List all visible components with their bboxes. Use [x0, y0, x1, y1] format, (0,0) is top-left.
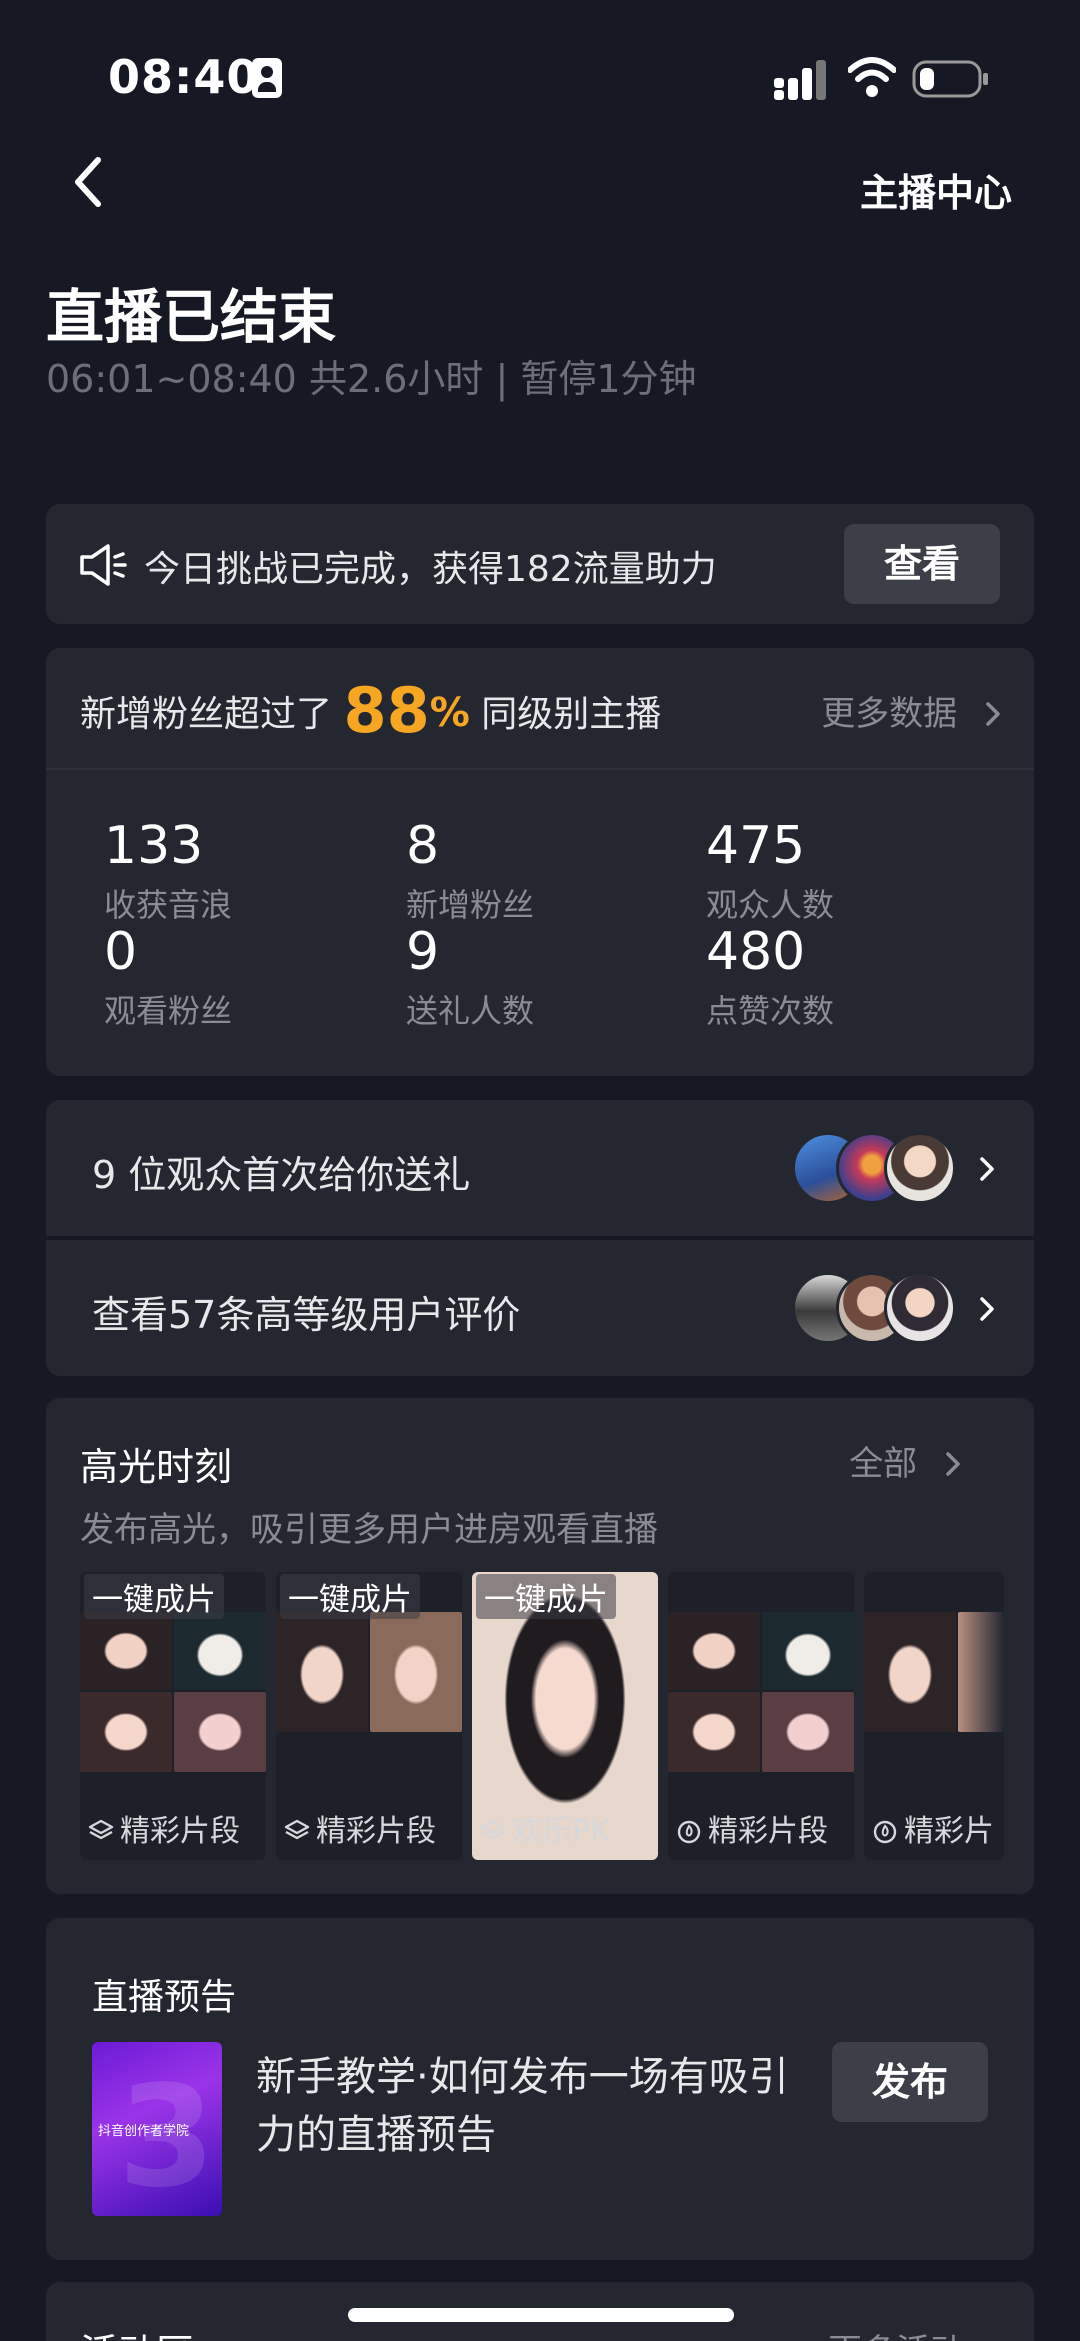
- stat-label: 观众人数: [706, 886, 835, 924]
- headline-prefix: 新增粉丝超过了: [80, 694, 333, 735]
- stat-value: 9: [406, 922, 440, 982]
- home-indicator[interactable]: [348, 2308, 734, 2322]
- video-frame: [668, 1612, 760, 1690]
- live-duration: 06:01~08:40 共2.6小时 | 暂停1分钟: [46, 357, 697, 401]
- chevron-right-icon: [980, 1297, 994, 1321]
- status-time: 08:40: [108, 50, 260, 104]
- stat-label: 点赞次数: [706, 992, 835, 1030]
- avatar-stack: [792, 1272, 956, 1344]
- flame-icon: [677, 1820, 701, 1844]
- stat-audio-waves: 133: [104, 816, 203, 876]
- stat-label: 送礼人数: [406, 992, 535, 1030]
- chevron-right-icon: [986, 702, 1000, 726]
- video-frame: [958, 1612, 1004, 1732]
- stat-label: 观看粉丝: [104, 992, 233, 1030]
- clip-caption: 精彩片: [872, 1806, 994, 1850]
- clip-caption-text: 精彩片: [904, 1814, 994, 1849]
- speaker-icon: [80, 544, 127, 586]
- highlight-clip[interactable]: 精彩片段: [668, 1572, 854, 1860]
- percent-value: 88: [343, 674, 430, 747]
- stats-card: 新增粉丝超过了 88% 同级别主播 更多数据 133 收获音浪 8 新增粉丝 4…: [46, 648, 1034, 1076]
- video-frame: [276, 1612, 368, 1732]
- more-data-link[interactable]: 更多数据: [821, 686, 1004, 735]
- highlights-card: 高光时刻 全部 发布高光，吸引更多用户进房观看直播 一键成片 精彩片段 一键成片…: [46, 1398, 1034, 1894]
- view-button[interactable]: 查看: [844, 524, 1000, 604]
- avatar-stack: [792, 1132, 956, 1204]
- stat-value: 475: [706, 816, 806, 876]
- battery-icon: [912, 60, 988, 98]
- highlight-clip[interactable]: 一键成片 精彩片段: [276, 1572, 462, 1860]
- tutorial-text[interactable]: 新手教学·如何发布一场有吸引力的直播预告: [256, 2048, 796, 2164]
- more-activities-link[interactable]: 更多活动: [828, 2324, 964, 2341]
- headline-suffix: 同级别主播: [481, 694, 662, 735]
- percent-sign: %: [429, 690, 470, 736]
- stat-label: 收获音浪: [104, 886, 233, 924]
- clip-caption: 精彩片段: [284, 1806, 436, 1850]
- highlights-subtitle: 发布高光，吸引更多用户进房观看直播: [80, 1510, 658, 1550]
- challenge-banner: 今日挑战已完成，获得182流量助力 查看: [46, 504, 1034, 624]
- highlights-all-link[interactable]: 全部: [849, 1436, 964, 1485]
- back-button[interactable]: [62, 150, 122, 214]
- page-title: 直播已结束: [46, 283, 337, 351]
- video-frame: [668, 1692, 760, 1772]
- publish-button[interactable]: 发布: [832, 2042, 988, 2122]
- avatar: [884, 1272, 956, 1344]
- wifi-icon: [848, 57, 896, 97]
- flame-icon: [873, 1820, 897, 1844]
- chevron-right-icon: [980, 1157, 994, 1181]
- first-gift-text: 9 位观众首次给你送礼: [92, 1153, 471, 1197]
- chevron-right-icon: [946, 1452, 960, 1476]
- activity-title: 活动区: [80, 2322, 194, 2341]
- more-data-label: 更多数据: [821, 694, 958, 734]
- layers-icon: [284, 1819, 310, 1840]
- stat-value: 8: [406, 816, 440, 876]
- tutorial-thumbnail[interactable]: 3 抖音创作者学院: [92, 2042, 222, 2216]
- user-reviews-text: 查看57条高等级用户评价: [92, 1293, 521, 1337]
- anchor-center-link[interactable]: 主播中心: [860, 162, 1012, 217]
- thumbnail-label: 抖音创作者学院: [98, 2124, 190, 2139]
- stat-label: 新增粉丝: [406, 886, 535, 924]
- clip-caption-text: 精彩片段: [316, 1814, 436, 1849]
- stat-value: 133: [104, 816, 204, 876]
- video-frame: [80, 1692, 172, 1772]
- avatar: [884, 1132, 956, 1204]
- user-reviews-row[interactable]: 查看57条高等级用户评价: [46, 1240, 1034, 1376]
- highlight-clip[interactable]: 精彩片: [864, 1572, 1004, 1860]
- live-preview-card: 直播预告 3 抖音创作者学院 新手教学·如何发布一场有吸引力的直播预告 发布: [46, 1918, 1034, 2260]
- stat-value: 0: [104, 922, 138, 982]
- layers-icon: [480, 1819, 506, 1840]
- highlights-title: 高光时刻: [80, 1445, 233, 1489]
- divider: [46, 768, 1034, 770]
- highlight-clip[interactable]: 一键成片 精彩片段: [80, 1572, 266, 1860]
- video-frame: [762, 1692, 854, 1772]
- one-click-badge: 一键成片: [476, 1574, 616, 1619]
- clip-caption: 精彩片段: [676, 1806, 828, 1850]
- video-frame: [370, 1612, 462, 1732]
- fans-growth-headline: 新增粉丝超过了 88% 同级别主播: [80, 674, 661, 747]
- video-frame: [174, 1612, 266, 1690]
- video-frame: [864, 1612, 956, 1732]
- challenge-text: 今日挑战已完成，获得182流量助力: [144, 549, 717, 590]
- clip-caption: 精彩片段: [88, 1806, 240, 1850]
- one-click-badge: 一键成片: [280, 1574, 420, 1619]
- clip-caption-text: 精彩片段: [708, 1814, 828, 1849]
- clip-caption-text: 精彩片段: [120, 1814, 240, 1849]
- video-frame: [762, 1612, 854, 1690]
- layers-icon: [88, 1819, 114, 1840]
- signal-icon: [774, 60, 826, 100]
- all-label: 全部: [849, 1444, 918, 1484]
- video-frame: [80, 1612, 172, 1690]
- stat-value: 480: [706, 922, 806, 982]
- first-gift-row[interactable]: 9 位观众首次给你送礼: [46, 1100, 1034, 1236]
- highlight-clip[interactable]: 一键成片 欢乐PK: [472, 1572, 658, 1860]
- preview-title: 直播预告: [92, 1977, 237, 2018]
- one-click-badge: 一键成片: [84, 1574, 224, 1619]
- clip-caption-text: 欢乐PK: [512, 1814, 610, 1849]
- clip-caption: 欢乐PK: [480, 1806, 610, 1850]
- video-frame: [174, 1692, 266, 1772]
- id-card-icon: [252, 58, 282, 98]
